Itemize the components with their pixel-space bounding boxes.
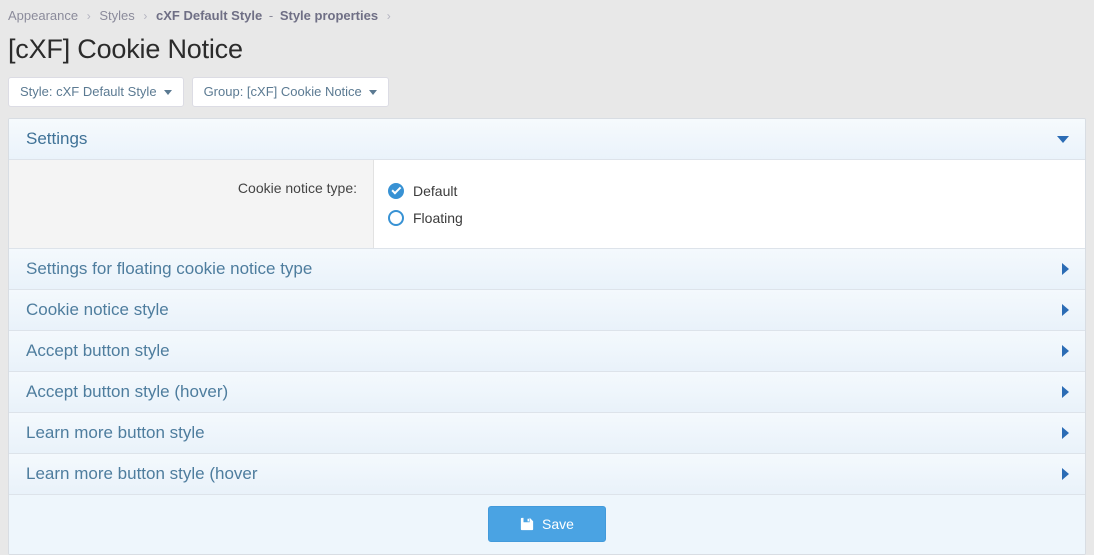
chevron-down-icon bbox=[369, 90, 377, 95]
radio-option-default[interactable]: Default bbox=[388, 177, 1085, 204]
section-title: Cookie notice style bbox=[26, 300, 1062, 320]
form-row-cookie-notice-type: Cookie notice type: Default Floating bbox=[9, 160, 1085, 249]
triangle-down-icon[interactable] bbox=[1057, 136, 1069, 143]
section-header-learn-more-button-style-hover[interactable]: Learn more button style (hover bbox=[9, 454, 1085, 495]
triangle-right-icon[interactable] bbox=[1062, 468, 1069, 480]
filter-bar: Style: cXF Default Style Group: [cXF] Co… bbox=[8, 77, 1094, 107]
section-header-learn-more-button-style[interactable]: Learn more button style bbox=[9, 413, 1085, 454]
radio-unchecked-icon[interactable] bbox=[388, 210, 404, 226]
breadcrumb-separator-icon: › bbox=[143, 9, 147, 23]
form-submit-bar: Save bbox=[9, 495, 1085, 554]
radio-option-floating[interactable]: Floating bbox=[388, 204, 1085, 231]
breadcrumb-item-styles[interactable]: Styles bbox=[99, 8, 134, 23]
breadcrumb-item-appearance[interactable]: Appearance bbox=[8, 8, 78, 23]
save-button[interactable]: Save bbox=[488, 506, 606, 542]
triangle-right-icon[interactable] bbox=[1062, 345, 1069, 357]
style-selector-button[interactable]: Style: cXF Default Style bbox=[8, 77, 184, 107]
triangle-right-icon[interactable] bbox=[1062, 386, 1069, 398]
section-header-settings[interactable]: Settings bbox=[9, 119, 1085, 160]
triangle-right-icon[interactable] bbox=[1062, 304, 1069, 316]
group-selector-label: Group: [cXF] Cookie Notice bbox=[204, 84, 362, 100]
section-header-floating-settings[interactable]: Settings for floating cookie notice type bbox=[9, 249, 1085, 290]
chevron-down-icon bbox=[164, 90, 172, 95]
section-title: Learn more button style (hover bbox=[26, 464, 1062, 484]
breadcrumb-dash: - bbox=[269, 8, 273, 23]
section-title: Accept button style bbox=[26, 341, 1062, 361]
section-title: Learn more button style bbox=[26, 423, 1062, 443]
radio-label: Default bbox=[413, 182, 457, 200]
radio-label: Floating bbox=[413, 209, 463, 227]
save-button-label: Save bbox=[542, 515, 574, 533]
form-label: Cookie notice type: bbox=[9, 160, 374, 248]
breadcrumb-separator-icon: › bbox=[87, 9, 91, 23]
style-properties-card: Settings Cookie notice type: Default Flo… bbox=[8, 118, 1086, 555]
breadcrumb-item-style-properties[interactable]: Style properties bbox=[280, 8, 378, 23]
breadcrumb: Appearance › Styles › cXF Default Style … bbox=[0, 0, 1094, 24]
section-header-cookie-notice-style[interactable]: Cookie notice style bbox=[9, 290, 1085, 331]
section-title: Accept button style (hover) bbox=[26, 382, 1062, 402]
breadcrumb-item-style-name[interactable]: cXF Default Style bbox=[156, 8, 262, 23]
style-selector-label: Style: cXF Default Style bbox=[20, 84, 157, 100]
form-value: Default Floating bbox=[374, 160, 1085, 248]
breadcrumb-separator-icon: › bbox=[387, 9, 391, 23]
triangle-right-icon[interactable] bbox=[1062, 427, 1069, 439]
radio-checked-icon[interactable] bbox=[388, 183, 404, 199]
section-title: Settings bbox=[26, 129, 1057, 149]
section-title: Settings for floating cookie notice type bbox=[26, 259, 1062, 279]
floppy-disk-icon bbox=[520, 517, 534, 531]
group-selector-button[interactable]: Group: [cXF] Cookie Notice bbox=[192, 77, 389, 107]
page-title: [cXF] Cookie Notice bbox=[8, 33, 1094, 65]
triangle-right-icon[interactable] bbox=[1062, 263, 1069, 275]
section-header-accept-button-style-hover[interactable]: Accept button style (hover) bbox=[9, 372, 1085, 413]
section-header-accept-button-style[interactable]: Accept button style bbox=[9, 331, 1085, 372]
